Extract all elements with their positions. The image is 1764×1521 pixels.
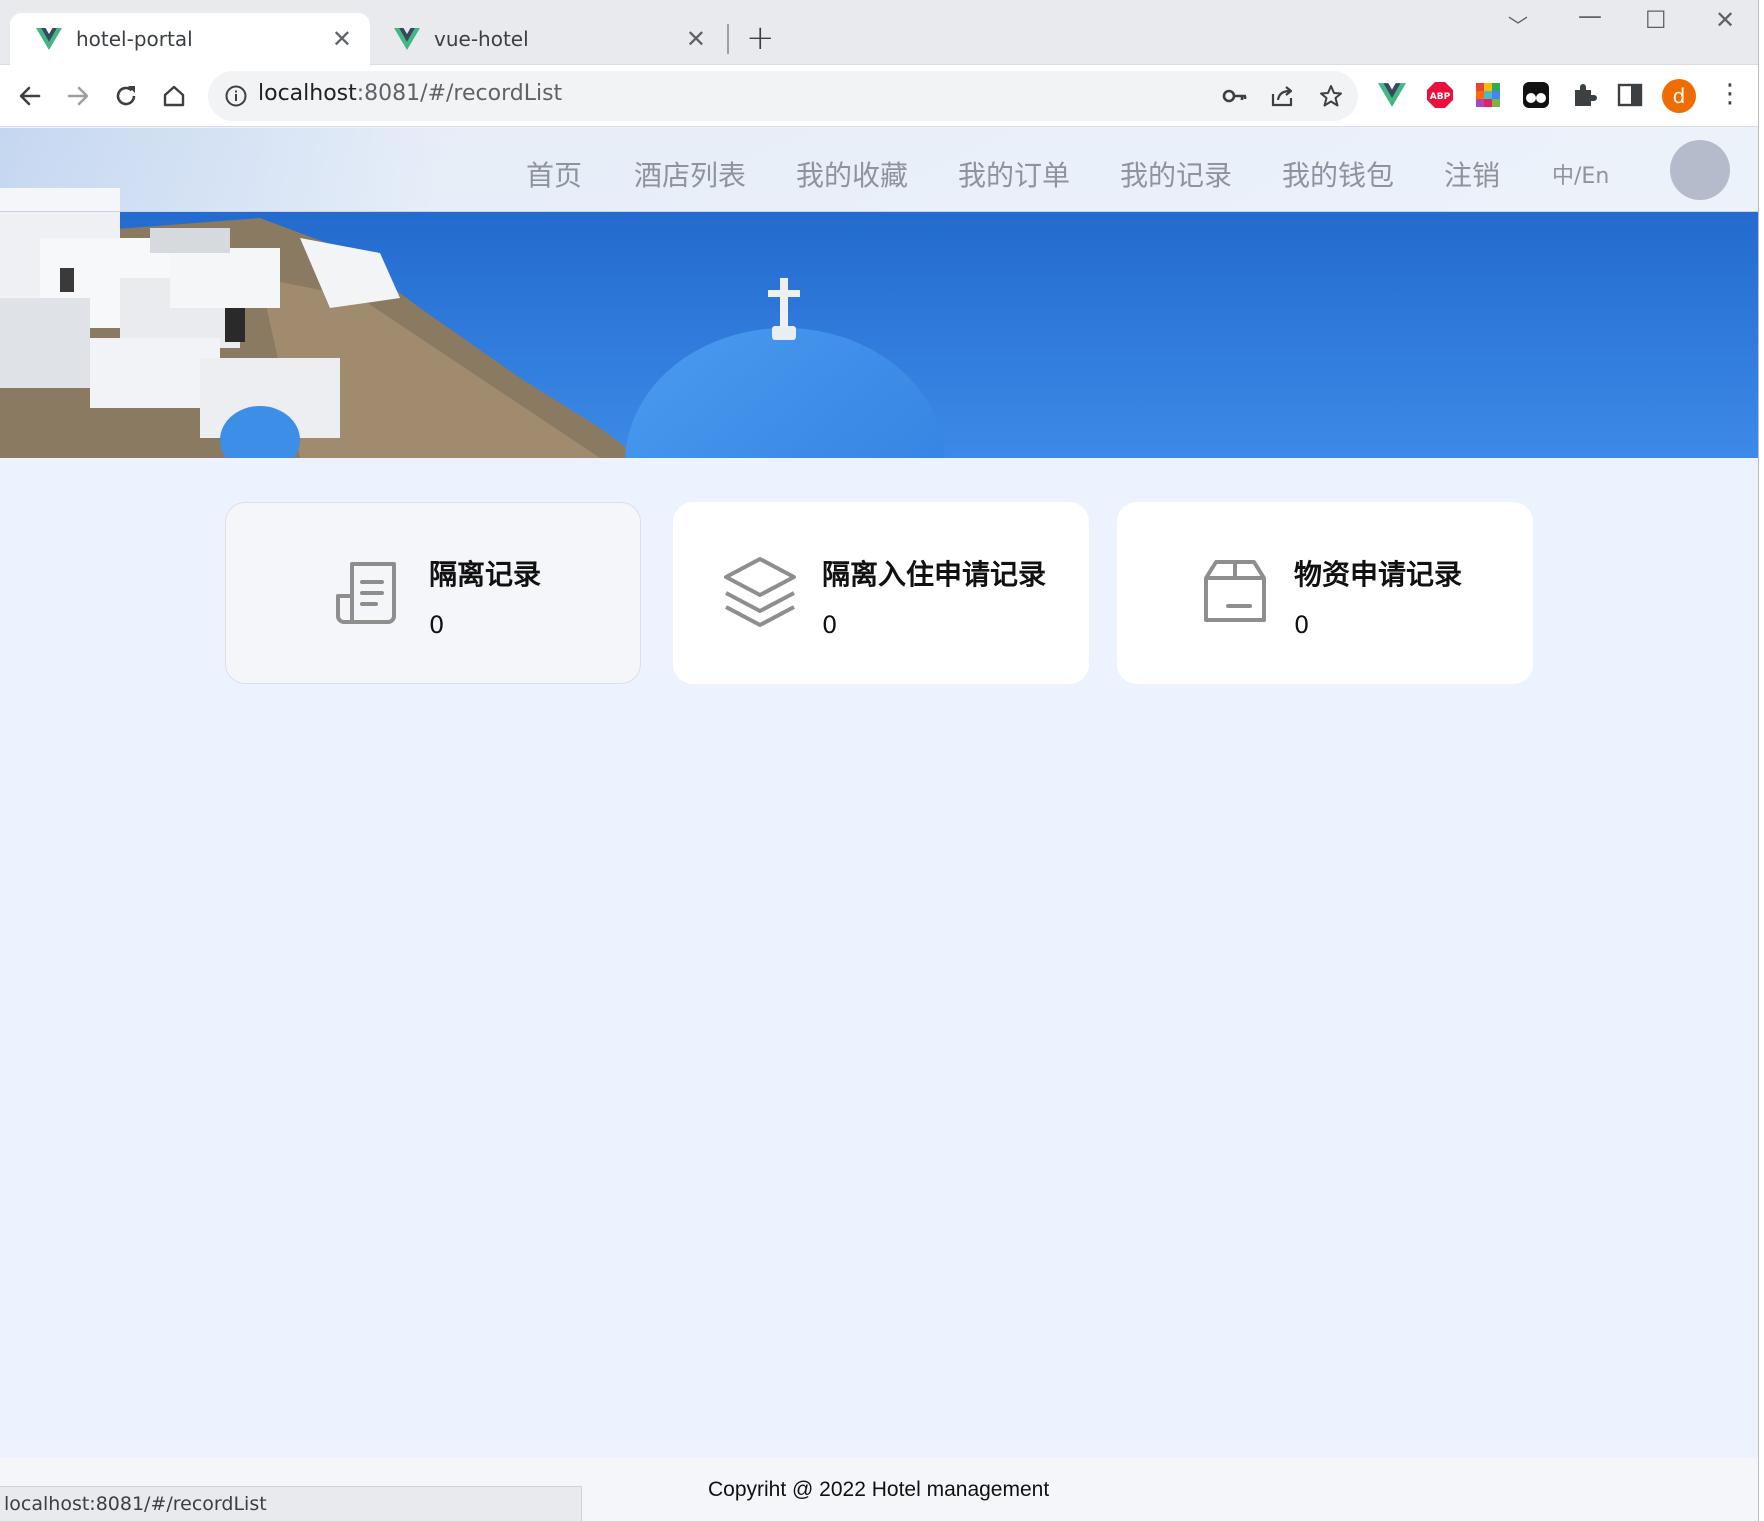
tampermonkey-icon[interactable] <box>1522 81 1550 109</box>
url-text[interactable]: localhost:8081/#/recordList <box>258 81 562 106</box>
nav-wallet[interactable]: 我的钱包 <box>1282 154 1394 194</box>
browser-status-bar: localhost:8081/#/recordList <box>0 1486 582 1521</box>
site-navbar: 首页 酒店列表 我的收藏 我的订单 我的记录 我的钱包 注销 中/En <box>0 128 1758 212</box>
kebab-menu-icon[interactable]: ⋮ <box>1717 79 1743 109</box>
vue-devtools-icon[interactable] <box>1378 81 1406 109</box>
arrow-right-icon <box>67 86 89 106</box>
record-card-quarantine[interactable]: 隔离记录 0 <box>225 502 641 684</box>
window-close-icon[interactable]: ✕ <box>1715 6 1735 34</box>
card-title: 隔离入住申请记录 <box>822 558 1047 591</box>
home-button[interactable] <box>154 76 194 116</box>
tab-title: hotel-portal <box>76 27 193 51</box>
side-panel-icon[interactable] <box>1616 81 1644 109</box>
adblock-icon[interactable]: ABP <box>1426 81 1454 109</box>
nav-home[interactable]: 首页 <box>526 154 582 194</box>
close-icon[interactable]: ✕ <box>332 25 352 53</box>
box-icon <box>1204 560 1266 622</box>
card-value: 0 <box>1294 611 1310 639</box>
card-value: 0 <box>429 611 445 639</box>
card-value: 0 <box>822 611 838 639</box>
puzzle-icon[interactable] <box>1570 81 1598 109</box>
user-avatar[interactable] <box>1670 140 1730 200</box>
profile-avatar[interactable]: d <box>1662 79 1696 113</box>
new-tab-button[interactable]: + <box>746 19 775 57</box>
record-card-supplies[interactable]: 物资申请记录 0 <box>1117 502 1533 684</box>
nav-favorites[interactable]: 我的收藏 <box>796 154 908 194</box>
language-toggle[interactable]: 中/En <box>1552 158 1609 190</box>
star-icon[interactable] <box>1318 84 1344 108</box>
url-path: :8081/#/recordList <box>356 81 563 106</box>
nav-records[interactable]: 我的记录 <box>1120 154 1232 194</box>
copyright-text: Copyriht @ 2022 Hotel management <box>708 1478 1050 1501</box>
home-icon <box>163 85 185 107</box>
card-title: 物资申请记录 <box>1294 558 1463 591</box>
share-icon[interactable] <box>1270 84 1296 108</box>
maximize-icon[interactable]: ☐ <box>1645 6 1667 34</box>
tab-hotel-portal[interactable]: hotel-portal ✕ <box>10 13 370 65</box>
color-grid-icon[interactable] <box>1474 81 1502 109</box>
nav-orders[interactable]: 我的订单 <box>958 154 1070 194</box>
reload-button[interactable] <box>106 76 146 116</box>
key-icon[interactable] <box>1222 84 1248 108</box>
tab-vue-hotel[interactable]: vue-hotel ✕ <box>368 13 724 65</box>
forward-button[interactable] <box>58 76 98 116</box>
browser-toolbar: localhost:8081/#/recordList ABP d ⋮ <box>0 65 1764 127</box>
vue-icon <box>36 28 62 50</box>
nav-hotel-list[interactable]: 酒店列表 <box>634 154 746 194</box>
info-icon[interactable] <box>224 84 248 108</box>
window-right-edge <box>1758 0 1764 1521</box>
back-button[interactable] <box>10 76 50 116</box>
nav-logout[interactable]: 注销 <box>1444 154 1500 194</box>
reload-icon <box>116 86 136 106</box>
document-icon <box>336 562 396 624</box>
vue-icon <box>394 28 420 50</box>
arrow-left-icon <box>19 86 41 106</box>
close-icon[interactable]: ✕ <box>686 25 706 53</box>
layers-icon <box>724 557 796 627</box>
card-title: 隔离记录 <box>429 558 542 591</box>
tab-search-chevron-icon[interactable]: ﹀ <box>1508 10 1528 39</box>
url-host: localhost <box>258 81 357 106</box>
tab-separator <box>727 24 729 54</box>
minimize-icon[interactable]: — <box>1578 2 1602 30</box>
status-url: localhost:8081/#/recordList <box>4 1493 267 1515</box>
browser-tab-strip: hotel-portal ✕ vue-hotel ✕ + ﹀ — ☐ ✕ <box>0 0 1764 65</box>
address-bar[interactable]: localhost:8081/#/recordList <box>208 71 1358 121</box>
tab-title: vue-hotel <box>434 27 529 51</box>
record-card-quarantine-checkin[interactable]: 隔离入住申请记录 0 <box>673 502 1089 684</box>
svg-text:ABP: ABP <box>1430 92 1451 102</box>
